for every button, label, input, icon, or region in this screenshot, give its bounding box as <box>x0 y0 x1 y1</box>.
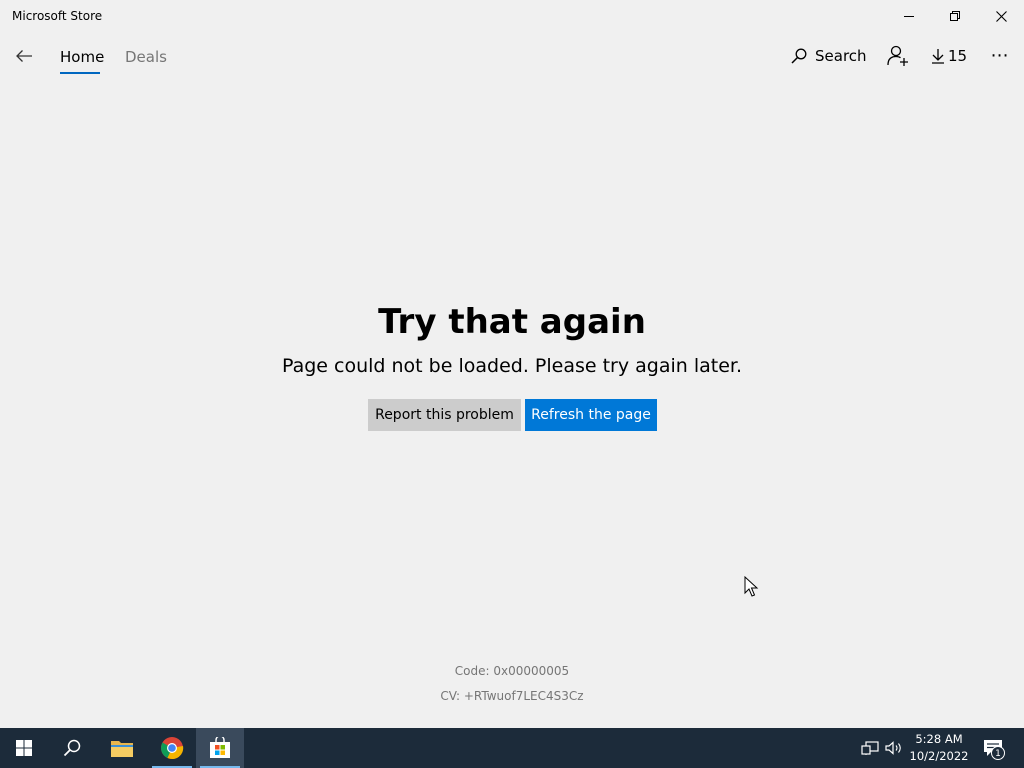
tab-home[interactable]: Home <box>60 48 104 66</box>
app-title: Microsoft Store <box>12 9 103 23</box>
error-message: Page could not be loaded. Please try aga… <box>281 355 743 377</box>
start-icon <box>16 740 32 756</box>
mouse-cursor-icon <box>744 576 759 597</box>
microsoft-store-icon <box>210 737 230 758</box>
volume-tray-button[interactable] <box>884 728 904 768</box>
taskbar-search-button[interactable] <box>48 728 96 768</box>
notification-count-badge: 1 <box>991 746 1005 760</box>
restore-button[interactable] <box>932 0 978 32</box>
add-user-icon <box>887 45 908 66</box>
back-button[interactable] <box>8 40 40 72</box>
minimize-icon <box>904 16 914 17</box>
file-explorer-icon <box>111 741 133 757</box>
search-button[interactable]: Search <box>791 38 867 74</box>
downloads-count: 15 <box>948 47 968 65</box>
microsoft-store-button[interactable] <box>196 728 244 768</box>
taskbar-clock[interactable]: 5:28 AM 10/2/2022 <box>908 731 970 765</box>
volume-icon <box>885 741 901 755</box>
tab-selected-indicator <box>60 72 100 74</box>
taskbar: 5:28 AM 10/2/2022 <box>0 728 1024 768</box>
download-icon <box>932 49 944 64</box>
tab-deals[interactable]: Deals <box>125 48 167 66</box>
clock-time: 5:28 AM <box>915 732 963 746</box>
refresh-page-button[interactable]: Refresh the page <box>525 399 657 431</box>
account-button[interactable] <box>884 42 912 70</box>
file-explorer-button[interactable] <box>98 728 146 768</box>
network-icon <box>861 741 879 755</box>
search-label: Search <box>815 47 867 65</box>
more-icon: ⋯ <box>990 44 1010 66</box>
clock-date: 10/2/2022 <box>909 749 969 763</box>
correlation-vector: CV: +RTwuof7LEC4S3Cz <box>440 689 584 703</box>
report-problem-button[interactable]: Report this problem <box>368 399 521 431</box>
error-code: Code: 0x00000005 <box>454 664 570 678</box>
back-arrow-icon <box>16 50 32 62</box>
close-button[interactable] <box>978 0 1024 32</box>
downloads-button[interactable]: 15 <box>931 38 967 74</box>
chrome-icon <box>161 737 184 760</box>
chrome-button[interactable] <box>148 728 196 768</box>
close-icon <box>995 10 1007 22</box>
search-icon <box>791 48 807 64</box>
more-options-button[interactable]: ⋯ <box>982 40 1018 70</box>
start-button[interactable] <box>0 728 48 768</box>
error-heading: Try that again <box>378 302 646 342</box>
minimize-button[interactable] <box>886 0 932 32</box>
network-tray-button[interactable] <box>860 728 880 768</box>
nav-bar: Home Deals <box>0 32 1024 80</box>
search-icon <box>63 739 81 757</box>
title-bar: Microsoft Store <box>0 0 1024 32</box>
restore-icon <box>950 11 960 21</box>
